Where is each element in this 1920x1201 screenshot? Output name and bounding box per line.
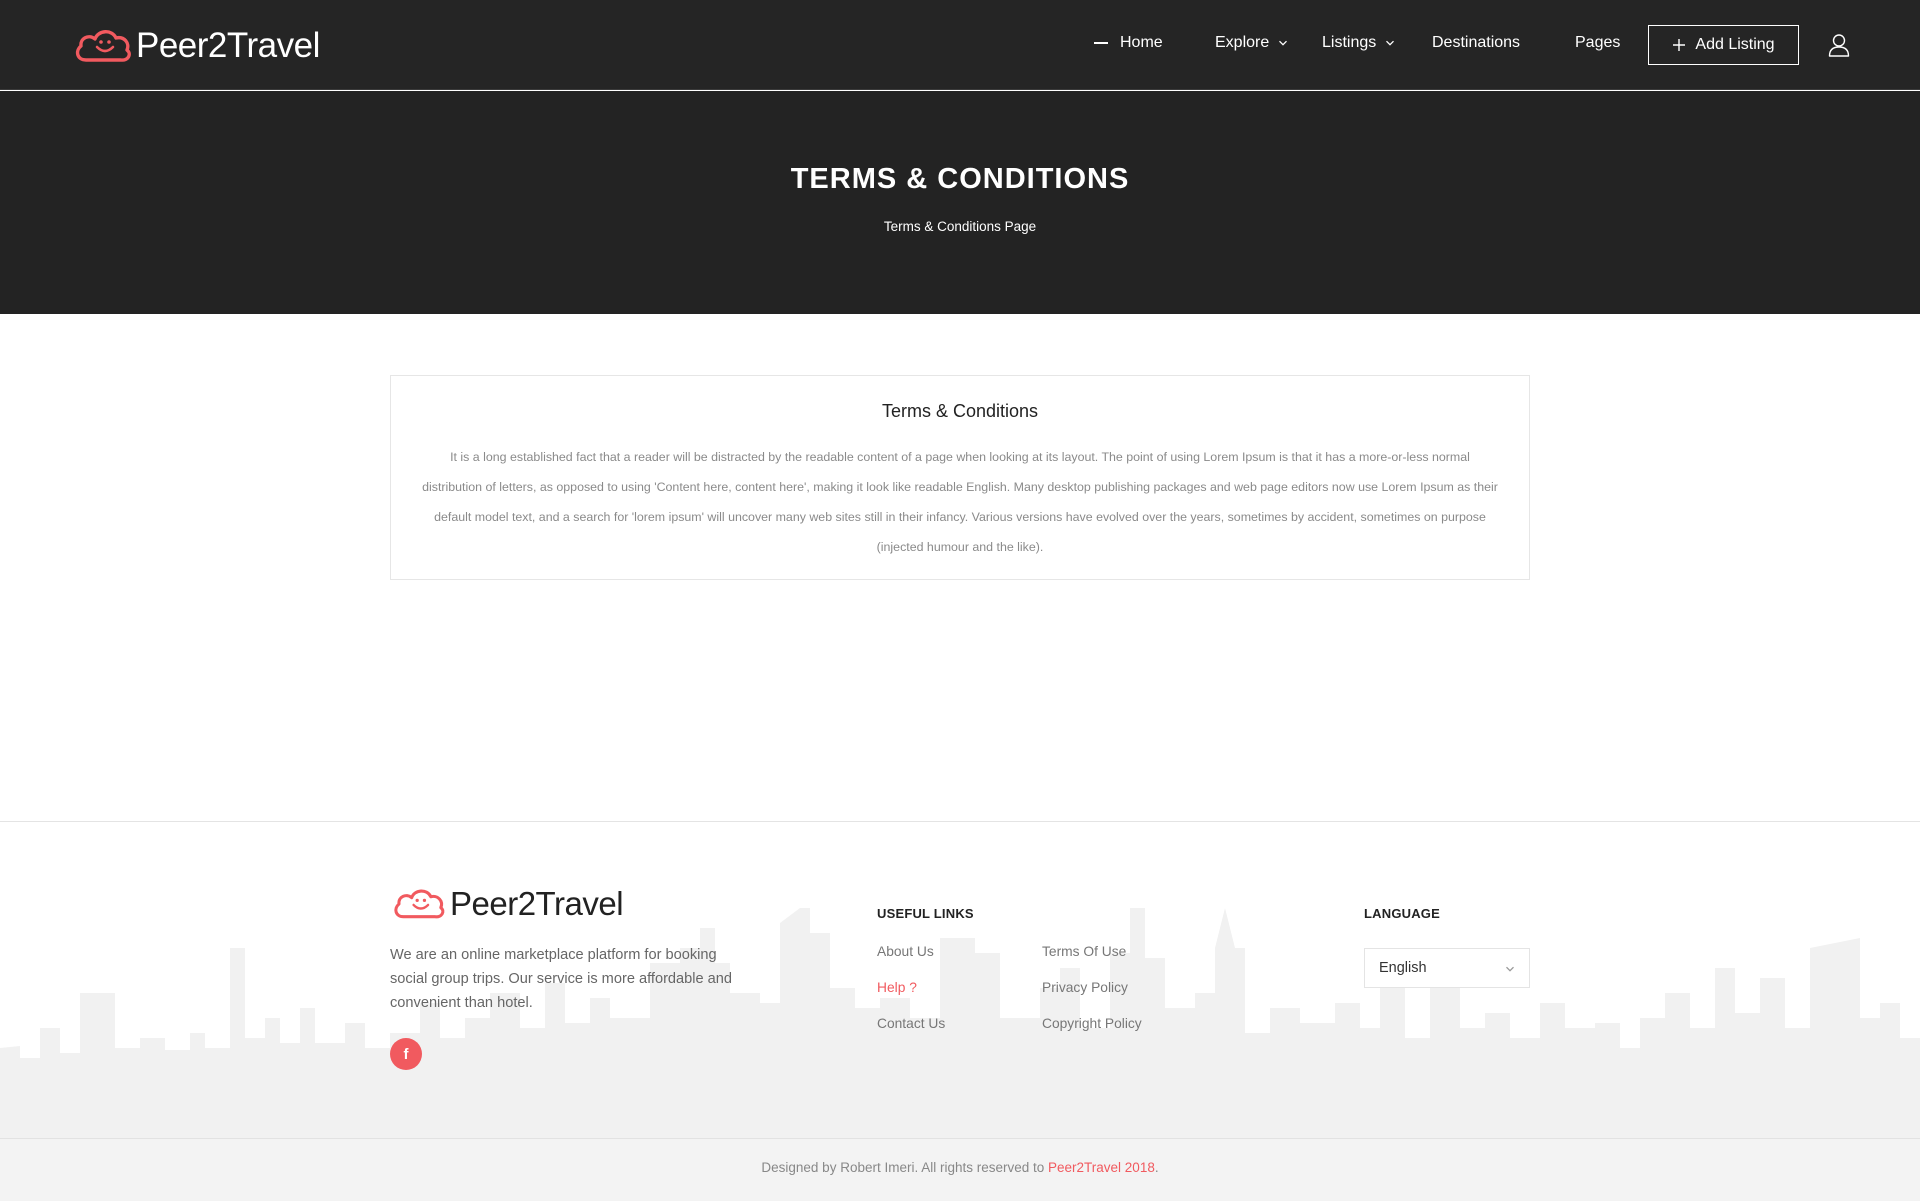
language-heading: LANGUAGE bbox=[1364, 906, 1440, 921]
chevron-down-icon bbox=[1386, 40, 1395, 46]
footer: Peer2Travel We are an online marketplace… bbox=[0, 821, 1920, 1138]
link-copyright-policy[interactable]: Copyright Policy bbox=[1042, 1016, 1142, 1031]
terms-heading: Terms & Conditions bbox=[881, 401, 1039, 421]
nav-destinations[interactable]: Destinations bbox=[1432, 34, 1520, 52]
nav-explore-label: Explore bbox=[1215, 34, 1270, 51]
link-contact-us[interactable]: Contact Us bbox=[877, 1016, 945, 1031]
logo-text: Peer2Travel bbox=[136, 26, 320, 65]
copyright-text: Designed by Robert Imeri. All rights res… bbox=[0, 1160, 1920, 1175]
footer-logo-text: Peer2Travel bbox=[450, 885, 624, 922]
link-terms-of-use[interactable]: Terms Of Use bbox=[1042, 944, 1126, 959]
nav-destinations-label: Destinations bbox=[1432, 34, 1521, 51]
terms-body: It is a long established fact that a rea… bbox=[422, 450, 1498, 554]
link-help[interactable]: Help ? bbox=[877, 980, 917, 995]
language-select[interactable]: English bbox=[1364, 948, 1530, 988]
footer-description: We are an online marketplace platform fo… bbox=[390, 947, 733, 1011]
plus-icon bbox=[1673, 39, 1686, 51]
copyright-suffix: . bbox=[1154, 1160, 1159, 1175]
page-hero: TERMS & CONDITIONS Terms & Conditions Pa… bbox=[0, 91, 1920, 314]
logo-cloud-icon bbox=[394, 889, 445, 919]
logo-cloud-icon bbox=[75, 30, 131, 62]
chevron-down-icon bbox=[1279, 40, 1288, 46]
facebook-icon[interactable]: f bbox=[390, 1038, 422, 1070]
nav-pages[interactable]: Pages bbox=[1575, 34, 1620, 52]
nav-home-label: Home bbox=[1120, 34, 1163, 51]
useful-links-heading: USEFUL LINKS bbox=[877, 906, 974, 921]
nav-home[interactable]: Home bbox=[1094, 34, 1163, 52]
user-icon[interactable] bbox=[1828, 33, 1850, 57]
nav-listings-label: Listings bbox=[1322, 34, 1377, 51]
active-indicator bbox=[1094, 42, 1108, 44]
page-subtitle: Terms & Conditions Page bbox=[883, 219, 1037, 234]
nav-explore[interactable]: Explore bbox=[1215, 34, 1288, 52]
facebook-glyph: f bbox=[403, 1045, 409, 1063]
add-listing-button[interactable]: Add Listing bbox=[1648, 25, 1799, 65]
city-skyline-illustration bbox=[0, 908, 1920, 1138]
copyright-bar: Designed by Robert Imeri. All rights res… bbox=[0, 1138, 1920, 1201]
link-privacy-policy[interactable]: Privacy Policy bbox=[1042, 980, 1128, 995]
nav-listings[interactable]: Listings bbox=[1322, 34, 1395, 52]
copyright-prefix: Designed by Robert Imeri. All rights res… bbox=[761, 1160, 1049, 1175]
terms-card: Terms & Conditions It is a long establis… bbox=[390, 375, 1530, 580]
add-listing-label: Add Listing bbox=[1695, 36, 1775, 53]
site-logo[interactable]: Peer2Travel bbox=[72, 24, 320, 68]
nav-pages-label: Pages bbox=[1575, 34, 1621, 51]
footer-logo[interactable]: Peer2Travel bbox=[390, 884, 624, 924]
language-value: English bbox=[1379, 960, 1427, 976]
page-title: TERMS & CONDITIONS bbox=[790, 163, 1130, 195]
chevron-down-icon bbox=[1506, 966, 1514, 972]
copyright-brand-link[interactable]: Peer2Travel 2018 bbox=[1048, 1160, 1155, 1175]
link-about-us[interactable]: About Us bbox=[877, 944, 934, 959]
top-navbar: Peer2Travel Home Explore Listings Destin… bbox=[0, 0, 1920, 90]
